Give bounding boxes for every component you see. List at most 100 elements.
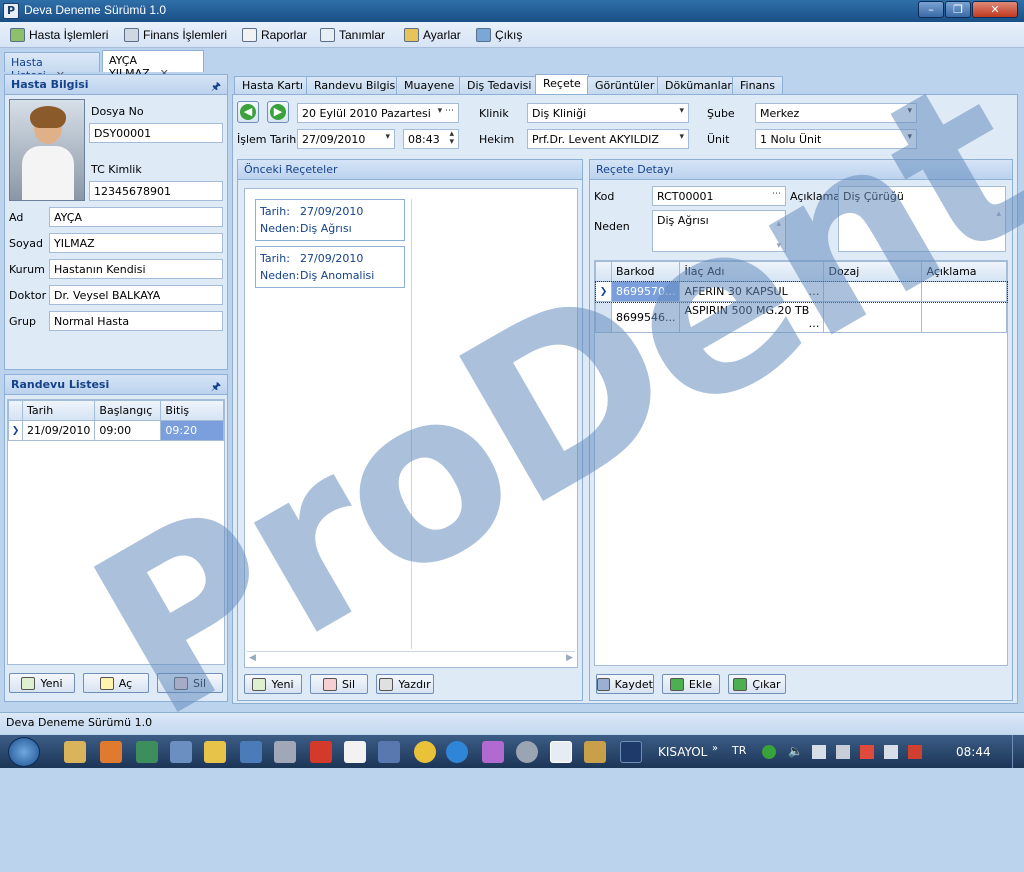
minimize-button[interactable]: – [918, 1, 944, 18]
sube-select[interactable]: Merkez ▾ [755, 103, 917, 123]
app-icon[interactable] [240, 741, 262, 763]
chevron-down-icon[interactable]: ▾ [907, 106, 912, 116]
more-icon[interactable]: … [808, 285, 819, 298]
tab-recete[interactable]: Reçete [535, 74, 589, 94]
chrome-icon[interactable] [414, 741, 436, 763]
scroll-icon[interactable]: ▴▾ [776, 213, 781, 251]
tray-icon[interactable] [836, 745, 850, 759]
pin-icon[interactable]: 🖈 [211, 78, 221, 97]
kisayol-label[interactable]: KISAYOL [658, 745, 707, 759]
delete-recipe-button[interactable]: Sil [310, 674, 368, 694]
table-cell[interactable]: 8699570... [610, 281, 681, 302]
add-button[interactable]: Ekle [662, 674, 720, 694]
column-header[interactable]: Tarih [21, 400, 96, 421]
tab-muayene[interactable]: Muayene [396, 76, 463, 94]
menu-cikis[interactable]: Çıkış [476, 26, 522, 44]
aciklama-textarea[interactable]: Diş Çürüğü▴▾ [838, 186, 1006, 252]
spinner-icon[interactable]: ▴ ▾ [449, 130, 454, 147]
app-icon[interactable] [584, 741, 606, 763]
tab-randevu-bilgisi[interactable]: Randevu Bilgisi [306, 76, 407, 94]
remove-button[interactable]: Çıkar [728, 674, 786, 694]
table-cell[interactable] [823, 301, 923, 333]
print-button[interactable]: Yazdır [376, 674, 434, 694]
explorer-icon[interactable] [64, 741, 86, 763]
language-indicator[interactable]: TR [732, 744, 746, 757]
menu-tanimlar[interactable]: Tanımlar [320, 26, 385, 44]
column-header[interactable]: Açıklama [921, 261, 1007, 282]
clock[interactable]: 08:44 [956, 745, 991, 759]
app-icon[interactable] [378, 741, 400, 763]
hekim-select[interactable]: Prf.Dr. Levent AKYILDIZ ▾ [527, 129, 689, 149]
dosya-no-field[interactable]: DSY00001 [89, 123, 223, 143]
close-button[interactable]: ✕ [972, 1, 1018, 18]
app-icon[interactable] [204, 741, 226, 763]
tab-dis-tedavisi[interactable]: Diş Tedavisi [459, 76, 540, 94]
table-cell[interactable]: 21/09/2010 [21, 420, 96, 441]
unit-select[interactable]: 1 Nolu Ünit ▾ [755, 129, 917, 149]
horizontal-scrollbar[interactable]: ◀ ▶ [247, 651, 575, 665]
doktor-field[interactable]: Dr. Veysel BALKAYA [49, 285, 223, 305]
kod-field[interactable]: RCT00001 ⋯ [652, 186, 786, 206]
klinik-select[interactable]: Diş Kliniği ▾ [527, 103, 689, 123]
table-cell[interactable]: 09:20 [160, 420, 224, 441]
tray-icon[interactable] [812, 745, 826, 759]
previous-button[interactable]: ◀ [237, 101, 259, 123]
date-picker[interactable]: 20 Eylül 2010 Pazartesi ▾ ⋯ [297, 103, 459, 123]
table-cell[interactable]: 09:00 [94, 420, 162, 441]
tab-goruntuler[interactable]: Görüntüler [587, 76, 663, 94]
ad-field[interactable]: AYÇA [49, 207, 223, 227]
chevron-down-icon[interactable]: ▾ [907, 132, 912, 142]
app-icon[interactable] [274, 741, 296, 763]
menu-ayarlar[interactable]: Ayarlar [404, 26, 461, 44]
column-header[interactable]: Bitiş [160, 400, 224, 421]
table-cell[interactable]: ASPIRIN 500 MG.20 TB… [679, 301, 825, 333]
open-button[interactable]: Aç [83, 673, 149, 693]
dropdown-icon[interactable]: ▾ ⋯ [438, 106, 454, 116]
chevron-down-icon[interactable]: ▾ [679, 106, 684, 116]
table-cell[interactable] [921, 301, 1007, 333]
photoshop-icon[interactable] [620, 741, 642, 763]
soyad-field[interactable]: YILMAZ [49, 233, 223, 253]
save-button[interactable]: Kaydet [596, 674, 654, 694]
new-recipe-button[interactable]: Yeni [244, 674, 302, 694]
more-icon[interactable]: ⋯ [772, 189, 781, 199]
chevron-down-icon[interactable]: ▾ [385, 132, 390, 142]
menu-hasta-islemleri[interactable]: Hasta İşlemleri [10, 26, 108, 44]
pin-icon[interactable]: 🖈 [211, 378, 221, 397]
time-field[interactable]: 08:43 ▴ ▾ [403, 129, 459, 149]
table-cell[interactable] [921, 281, 1007, 302]
chevron-down-icon[interactable]: ▾ [679, 132, 684, 142]
tray-icon[interactable] [860, 745, 874, 759]
prodent-icon[interactable] [550, 741, 572, 763]
neden-textarea[interactable]: Diş Ağrısı ▴ ▾ [652, 210, 786, 252]
menu-finans-islemleri[interactable]: Finans İşlemleri [124, 26, 227, 44]
table-row[interactable]: 8699546... ASPIRIN 500 MG.20 TB… [595, 301, 1007, 333]
app-icon[interactable] [170, 741, 192, 763]
app-icon[interactable] [516, 741, 538, 763]
tab-hasta-karti[interactable]: Hasta Kartı [234, 76, 311, 94]
app-icon[interactable] [136, 741, 158, 763]
column-header[interactable]: İlaç Adı [679, 261, 825, 282]
table-cell[interactable]: AFERIN 30 KAPSUL… [679, 281, 825, 302]
tab-dokumanlar[interactable]: Dökümanlar [657, 76, 740, 94]
tc-field[interactable]: 12345678901 [89, 181, 223, 201]
next-button[interactable]: ▶ [267, 101, 289, 123]
app-icon[interactable] [310, 741, 332, 763]
column-header[interactable]: Barkod [610, 261, 681, 282]
tab-hasta-listesi[interactable]: Hasta Listesi✕ [4, 52, 100, 82]
recipe-card[interactable]: Tarih: 27/09/2010 Neden:Diş Ağrısı [255, 199, 405, 241]
grup-field[interactable]: Normal Hasta [49, 311, 223, 331]
tab-finans[interactable]: Finans [732, 76, 783, 94]
volume-icon[interactable]: 🔈 [788, 744, 803, 758]
more-icon[interactable]: … [808, 317, 819, 330]
menu-raporlar[interactable]: Raporlar [242, 26, 307, 44]
new-button[interactable]: Yeni [9, 673, 75, 693]
kurum-field[interactable]: Hastanın Kendisi [49, 259, 223, 279]
column-header[interactable]: Dozaj [823, 261, 923, 282]
table-row[interactable]: ❯ 8699570... AFERIN 30 KAPSUL… [594, 280, 1008, 303]
recipe-card[interactable]: Tarih: 27/09/2010 Neden:Diş Anomalisi [255, 246, 405, 288]
tray-icon[interactable] [908, 745, 922, 759]
app-icon[interactable] [344, 741, 366, 763]
tray-icon[interactable] [884, 745, 898, 759]
scroll-icon[interactable]: ▴▾ [996, 189, 1001, 251]
